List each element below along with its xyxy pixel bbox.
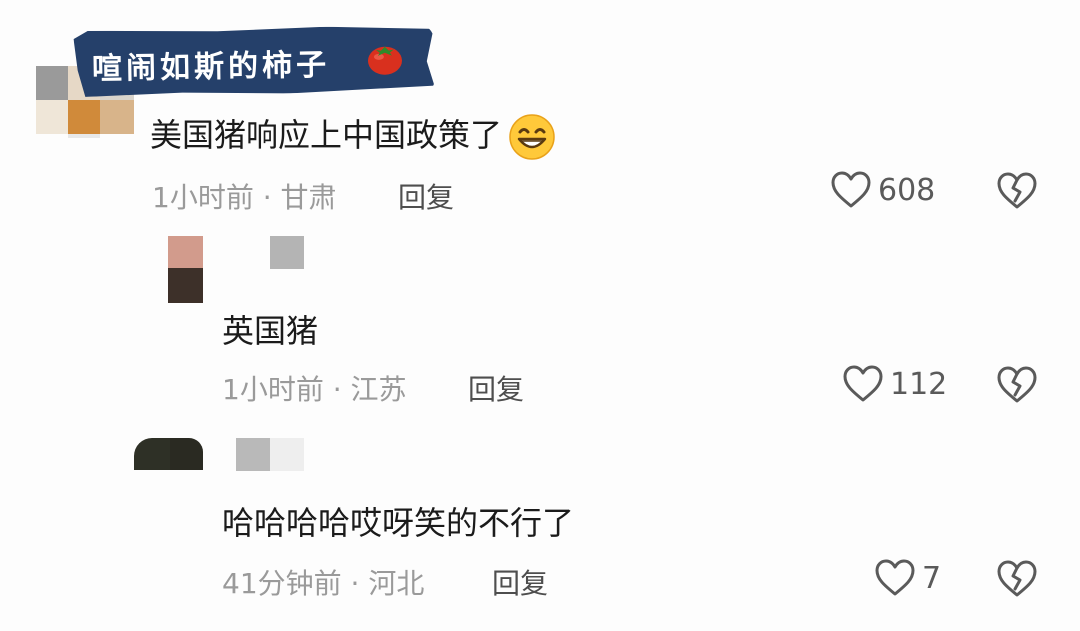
comment-time: 1小时前 bbox=[222, 373, 324, 406]
username-redacted bbox=[236, 438, 270, 471]
comment-thread: 喧闹如斯的柿子 美国猪响应上中国政策了 1小时前 · 甘肃 回复 608 英国猪… bbox=[0, 0, 1080, 631]
comment-meta: 1小时前 · 甘肃 bbox=[152, 176, 337, 216]
reply-button[interactable]: 回复 bbox=[492, 562, 548, 602]
comment-meta: 1小时前 · 江苏 bbox=[222, 368, 407, 408]
comment-location: 河北 bbox=[368, 567, 425, 600]
grinning-face-icon bbox=[509, 114, 555, 160]
heart-icon bbox=[831, 171, 871, 208]
avatar-pixel bbox=[100, 100, 134, 134]
meta-separator: · bbox=[323, 373, 351, 406]
comment-time: 41分钟前 bbox=[222, 567, 342, 600]
comment-body: 美国猪响应上中国政策了 bbox=[150, 110, 556, 161]
meta-separator: · bbox=[341, 567, 369, 600]
watermark-badge: 喧闹如斯的柿子 bbox=[73, 25, 434, 101]
broken-heart-icon[interactable] bbox=[996, 364, 1038, 406]
like-button[interactable]: 7 bbox=[874, 558, 941, 598]
avatar-pixel bbox=[170, 438, 203, 470]
reply-button[interactable]: 回复 bbox=[468, 368, 524, 408]
avatar-pixel bbox=[68, 134, 100, 138]
like-button[interactable]: 112 bbox=[842, 364, 947, 404]
comment-location: 江苏 bbox=[350, 373, 407, 406]
comment-text: 英国猪 bbox=[222, 312, 319, 350]
meta-separator: · bbox=[253, 181, 281, 214]
like-count: 112 bbox=[890, 366, 948, 402]
broken-heart-icon[interactable] bbox=[996, 558, 1038, 600]
reply-button[interactable]: 回复 bbox=[398, 176, 454, 216]
avatar-pixel bbox=[134, 438, 170, 470]
username-redacted bbox=[270, 236, 304, 269]
comment-time: 1小时前 bbox=[152, 181, 254, 214]
username-redacted bbox=[270, 438, 304, 471]
comment-text: 美国猪响应上中国政策了 bbox=[150, 116, 503, 154]
heart-icon bbox=[875, 559, 915, 596]
like-count: 608 bbox=[878, 172, 936, 208]
comment-text: 哈哈哈哈哎呀笑的不行了 bbox=[222, 504, 575, 542]
avatar-pixel bbox=[68, 100, 100, 134]
broken-heart-icon[interactable] bbox=[996, 170, 1038, 212]
comment-location: 甘肃 bbox=[280, 181, 337, 214]
avatar-pixel bbox=[168, 236, 203, 268]
avatar-pixel bbox=[36, 66, 68, 100]
tomato-icon bbox=[367, 46, 402, 75]
like-button[interactable]: 608 bbox=[830, 170, 935, 210]
avatar-pixel bbox=[168, 268, 203, 303]
watermark-text: 喧闹如斯的柿子 bbox=[91, 47, 331, 87]
comment-meta: 41分钟前 · 河北 bbox=[222, 562, 424, 602]
heart-icon bbox=[843, 365, 883, 402]
like-count: 7 bbox=[922, 560, 942, 596]
avatar-pixel bbox=[36, 100, 68, 134]
